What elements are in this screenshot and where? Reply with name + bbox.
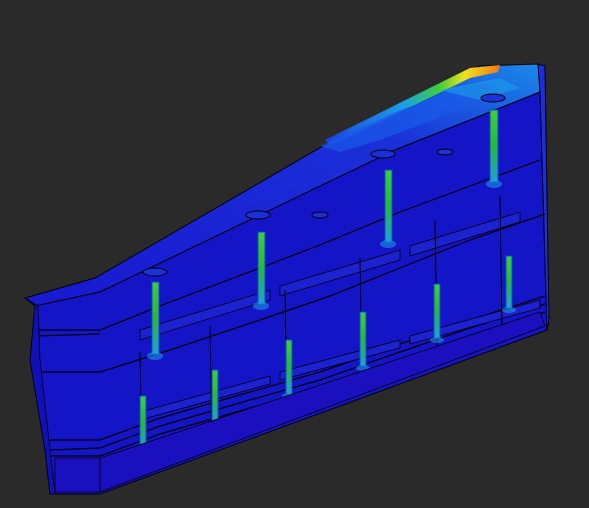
- fea-model-render: [23, 63, 550, 495]
- bolt-6: [211, 369, 219, 425]
- bolt-9: [433, 283, 441, 339]
- fea-viewport[interactable]: [0, 0, 589, 508]
- bolt-7: [285, 339, 293, 395]
- bolt-2: [257, 231, 266, 305]
- bolt-10: [505, 255, 513, 309]
- bolt-3: [384, 169, 393, 243]
- bolt-1: [151, 281, 160, 355]
- bolt-5: [139, 395, 147, 451]
- bolt-8: [359, 311, 367, 367]
- bolt-4: [489, 109, 499, 183]
